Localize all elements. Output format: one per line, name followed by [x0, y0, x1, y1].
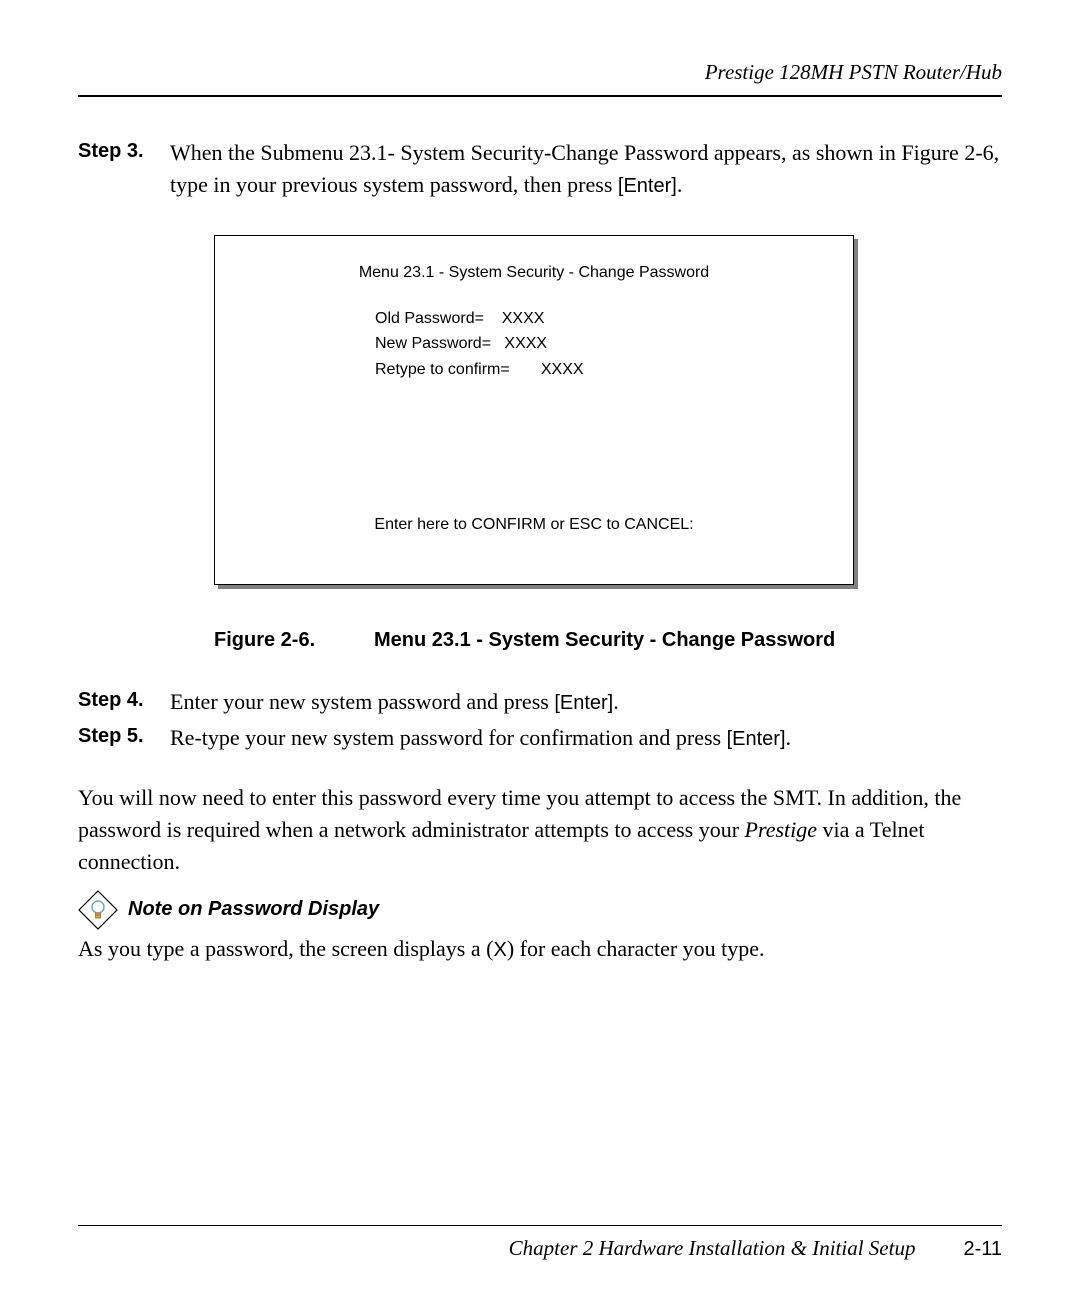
step-3-body: When the Submenu 23.1- System Security-C…: [170, 137, 1002, 201]
step-3-label: Step 3.: [78, 137, 170, 201]
figure-2-6: Menu 23.1 - System Security - Change Pas…: [214, 235, 854, 585]
enter-key: [Enter]: [554, 692, 613, 714]
old-password-value: XXXX: [502, 310, 545, 327]
retype-password-row: Retype to confirm= XXXX: [375, 357, 823, 383]
page: Prestige 128MH PSTN Router/Hub Step 3. W…: [0, 0, 1080, 1311]
new-password-value: XXXX: [504, 335, 547, 352]
terminal-fields: Old Password= XXXX New Password= XXXX Re…: [375, 306, 823, 383]
page-footer: Chapter 2 Hardware Installation & Initia…: [78, 1225, 1002, 1261]
running-header: Prestige 128MH PSTN Router/Hub: [78, 60, 1002, 91]
retype-password-value: XXXX: [541, 361, 584, 378]
terminal-title: Menu 23.1 - System Security - Change Pas…: [245, 264, 823, 282]
step-4-label: Step 4.: [78, 686, 170, 718]
body-paragraph: You will now need to enter this password…: [78, 782, 1002, 878]
note-title: Note on Password Display: [128, 898, 379, 921]
terminal-footer: Enter here to CONFIRM or ESC to CANCEL:: [215, 516, 853, 534]
old-password-row: Old Password= XXXX: [375, 306, 823, 332]
step-4-body: Enter your new system password and press…: [170, 686, 1002, 718]
step-5-label: Step 5.: [78, 722, 170, 754]
header-rule: [78, 95, 1002, 97]
lightbulb-icon: [78, 890, 118, 930]
product-name: Prestige 128MH PSTN Router/Hub: [705, 60, 1002, 84]
step-5: Step 5. Re-type your new system password…: [78, 722, 1002, 754]
new-password-row: New Password= XXXX: [375, 331, 823, 357]
enter-key: [Enter]: [618, 175, 677, 197]
figure-label: Figure 2-6.: [214, 629, 374, 652]
step-4: Step 4. Enter your new system password a…: [78, 686, 1002, 718]
step-5-body: Re-type your new system password for con…: [170, 722, 1002, 754]
terminal-screen: Menu 23.1 - System Security - Change Pas…: [214, 235, 854, 585]
product-em: Prestige: [745, 817, 818, 842]
figure-title: Menu 23.1 - System Security - Change Pas…: [374, 629, 835, 651]
enter-key: [Enter]: [727, 728, 786, 750]
note-body: As you type a password, the screen displ…: [78, 936, 1002, 962]
page-number: 2-11: [963, 1238, 1002, 1261]
x-char: X: [493, 939, 506, 961]
footer-chapter: Chapter 2 Hardware Installation & Initia…: [509, 1236, 916, 1261]
step-3: Step 3. When the Submenu 23.1- System Se…: [78, 137, 1002, 201]
figure-caption: Figure 2-6.Menu 23.1 - System Security -…: [214, 629, 1002, 652]
note-header: Note on Password Display: [78, 890, 1002, 930]
